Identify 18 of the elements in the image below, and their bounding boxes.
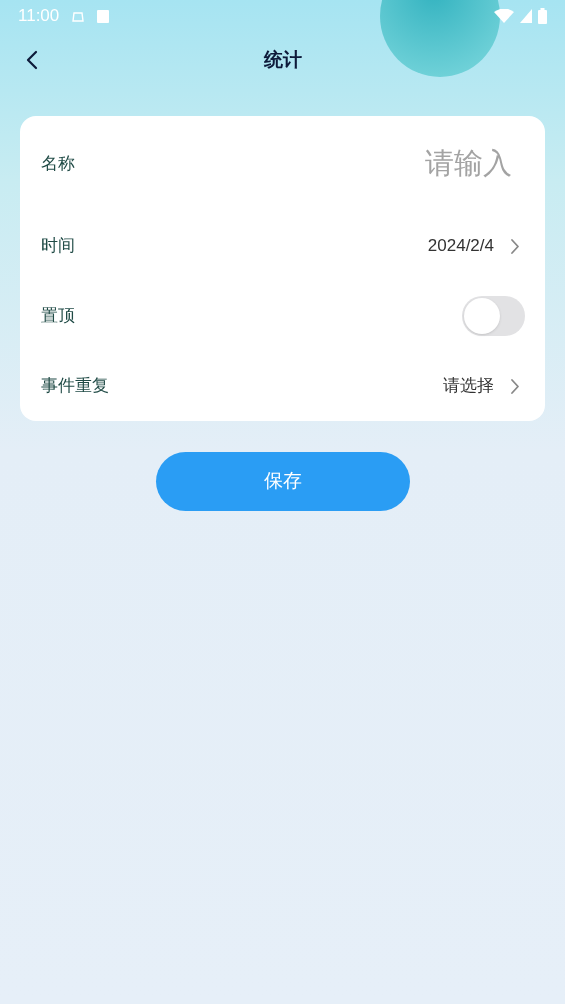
status-time: 11:00 [18, 5, 60, 28]
field-label: 名称 [41, 152, 75, 175]
back-icon [26, 50, 38, 70]
page-title: 统计 [263, 47, 302, 72]
signal-icon [520, 9, 532, 23]
chevron-right-icon [510, 237, 520, 255]
select-value: 2024/2/4 [427, 235, 494, 258]
select-row[interactable]: 事件重复 请选择 [20, 351, 545, 421]
name-input-field[interactable]: 请输入 [312, 141, 512, 186]
wifi-icon [494, 9, 514, 23]
field-label: 时间 [41, 235, 75, 258]
select-row[interactable]: 时间 2024/2/4 [20, 211, 545, 281]
select-value: 请选择 [443, 375, 494, 398]
chevron-right-icon [510, 377, 520, 395]
toggle-switch[interactable] [462, 296, 525, 336]
battery-icon [538, 8, 547, 24]
field-label: 置顶 [41, 305, 75, 328]
field-label: 事件重复 [41, 375, 109, 398]
